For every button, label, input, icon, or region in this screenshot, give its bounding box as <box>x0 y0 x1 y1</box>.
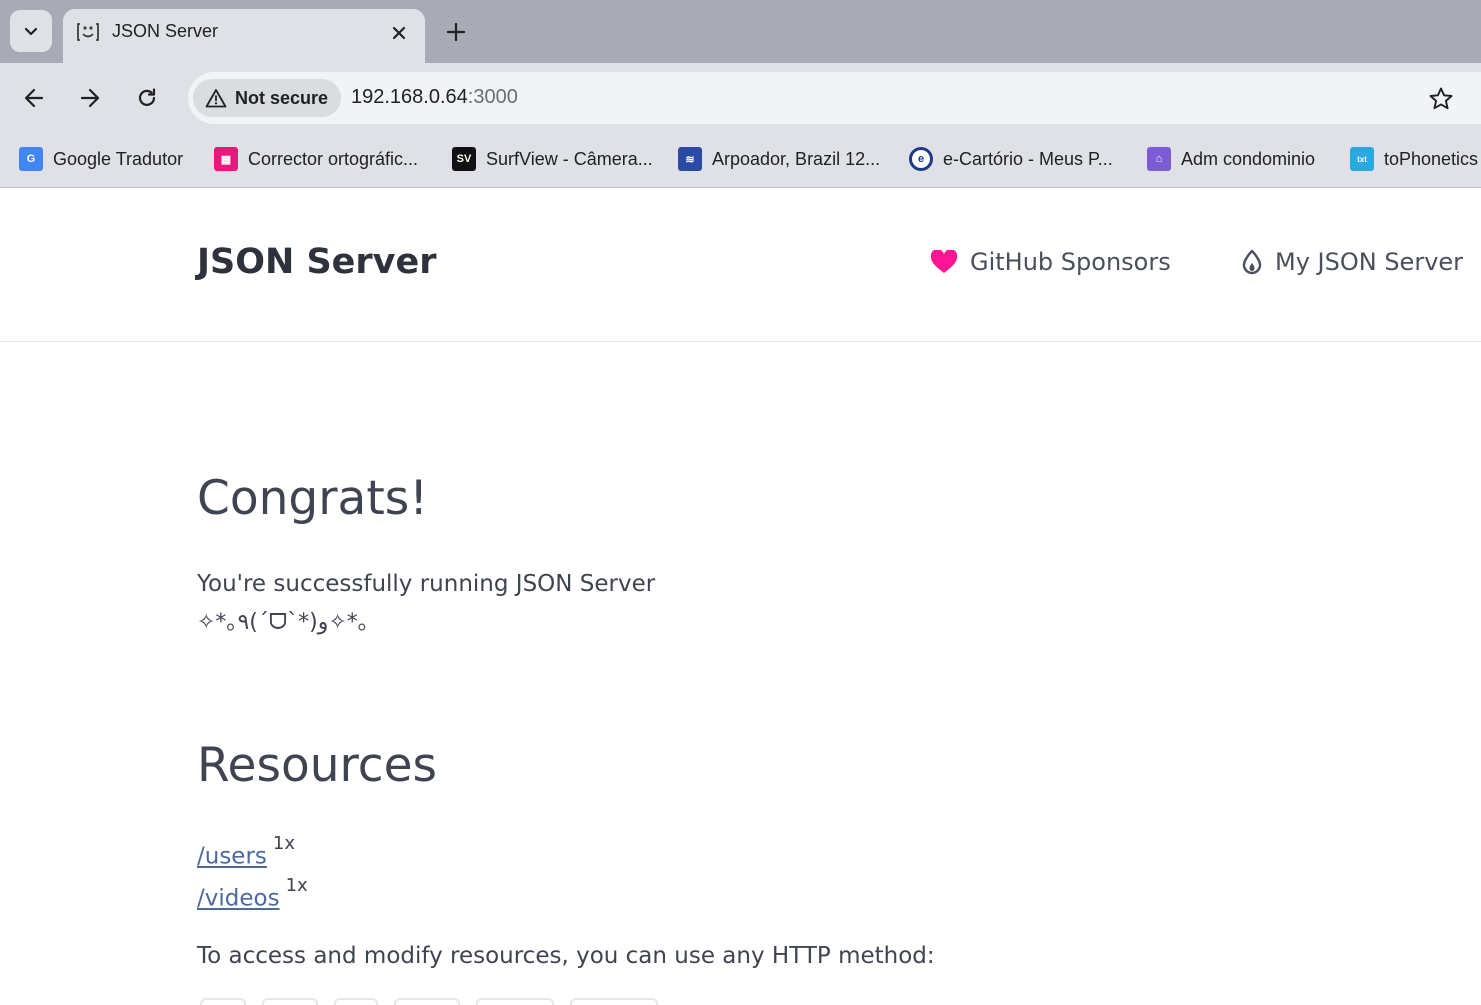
star-icon <box>1429 87 1453 110</box>
resource-item: /videos1x <box>197 875 308 912</box>
wave-icon: ≋ <box>678 147 702 171</box>
congrats-heading: Congrats! <box>197 471 429 526</box>
github-sponsors-link[interactable]: GitHub Sponsors <box>930 248 1171 276</box>
e-cartorio-icon: e <box>909 147 933 171</box>
bookmark-surfview[interactable]: SV SurfView - Câmera... <box>452 144 653 174</box>
browser-tab[interactable]: JSON Server <box>63 9 425 63</box>
method-badge <box>570 998 658 1005</box>
reload-icon <box>138 88 156 106</box>
condominio-icon: ⌂ <box>1147 147 1171 171</box>
resource-link-users[interactable]: /users <box>197 844 267 870</box>
bookmark-arpoador[interactable]: ≋ Arpoador, Brazil 12... <box>678 144 880 174</box>
url-host: 192.168.0.64 <box>351 86 468 108</box>
bookmark-tophonetics[interactable]: txt toPhonetics <box>1350 144 1478 174</box>
address-bar[interactable]: Not secure 192.168.0.64:3000 <box>188 72 1481 124</box>
my-json-server-label: My JSON Server <box>1275 248 1464 276</box>
bookmark-e-cartorio[interactable]: e e-Cartório - Meus P... <box>909 144 1113 174</box>
resources-heading: Resources <box>197 738 438 793</box>
back-button[interactable] <box>19 83 49 113</box>
running-message: You're successfully running JSON Server <box>197 571 656 597</box>
method-badge <box>262 998 318 1005</box>
bookmark-google-tradutor[interactable]: G Google Tradutor <box>19 144 183 174</box>
tab-search-button[interactable] <box>10 10 52 52</box>
surfview-icon: SV <box>452 147 476 171</box>
resource-link-videos[interactable]: /videos <box>197 886 280 912</box>
resource-count: 1x <box>272 833 296 854</box>
bookmark-label: Adm condominio <box>1181 148 1316 169</box>
security-label: Not secure <box>235 87 329 108</box>
forward-button[interactable] <box>75 83 105 113</box>
bookmark-label: e-Cartório - Meus P... <box>943 148 1113 169</box>
method-badge <box>334 998 378 1005</box>
method-badge <box>476 998 554 1005</box>
url-port: :3000 <box>467 86 518 108</box>
bookmark-label: Google Tradutor <box>53 148 184 169</box>
bookmarks-bar: G Google Tradutor ▦ Corrector ortográfic… <box>0 133 1481 188</box>
bookmark-label: Arpoador, Brazil 12... <box>712 148 881 169</box>
close-icon <box>392 26 406 40</box>
arrow-left-icon <box>24 88 44 108</box>
bookmark-star-button[interactable] <box>1427 85 1455 113</box>
new-tab-button[interactable] <box>441 17 471 47</box>
url-text[interactable]: 192.168.0.64:3000 <box>351 86 518 109</box>
kaomoji-text: ✧*｡٩(ˊᗜˋ*)و✧*｡ <box>197 610 369 635</box>
tab-title: JSON Server <box>112 21 219 41</box>
browser-toolbar: Not secure 192.168.0.64:3000 <box>0 63 1481 133</box>
flame-icon <box>1242 249 1262 275</box>
site-header: JSON Server GitHub Sponsors My JSON Serv… <box>0 189 1481 342</box>
method-badge <box>200 998 246 1005</box>
my-json-server-link[interactable]: My JSON Server <box>1241 248 1463 276</box>
method-badge <box>394 998 460 1005</box>
access-info-text: To access and modify resources, you can … <box>197 943 935 969</box>
site-security-chip[interactable]: Not secure <box>193 79 342 117</box>
plus-icon <box>446 22 466 42</box>
bookmark-adm-condominio[interactable]: ⌂ Adm condominio <box>1147 144 1315 174</box>
http-method-badges <box>200 998 658 1005</box>
arrow-right-icon <box>80 88 100 108</box>
github-sponsors-label: GitHub Sponsors <box>970 248 1171 276</box>
heart-icon <box>930 250 958 273</box>
resource-item: /users1x <box>197 833 295 870</box>
site-brand[interactable]: JSON Server <box>197 242 436 282</box>
warning-icon <box>205 89 227 108</box>
tab-strip: JSON Server <box>0 0 1481 63</box>
resource-count: 1x <box>285 875 308 896</box>
tophonetics-icon: txt <box>1350 147 1374 171</box>
bookmark-label: toPhonetics <box>1384 148 1479 169</box>
google-translate-icon: G <box>19 147 43 171</box>
chevron-down-icon <box>24 27 38 36</box>
close-tab-button[interactable] <box>387 21 411 45</box>
corrector-icon: ▦ <box>214 147 238 171</box>
reload-button[interactable] <box>132 83 162 113</box>
bookmark-label: Corrector ortográfic... <box>248 148 419 169</box>
json-server-favicon-icon <box>77 23 99 41</box>
bookmark-label: SurfView - Câmera... <box>486 148 653 169</box>
bookmark-corrector[interactable]: ▦ Corrector ortográfic... <box>214 144 418 174</box>
